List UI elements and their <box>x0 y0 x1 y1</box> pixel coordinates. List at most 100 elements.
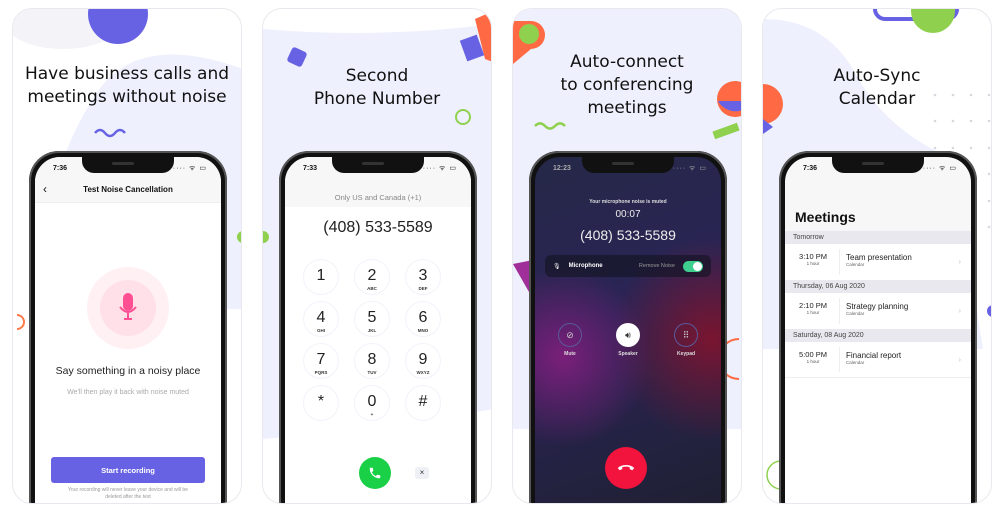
end-call-button[interactable] <box>605 447 647 489</box>
phone-screen: 7:33 ···· ᯤ ▭ Only US and Canada (+1) (4… <box>285 157 471 503</box>
dial-key[interactable]: 5 JKL <box>354 301 390 337</box>
muted-note: Your microphone noise is muted <box>589 199 667 205</box>
key-letters: JKL <box>367 328 377 333</box>
keypad-icon[interactable]: ⠿ <box>674 323 698 347</box>
subprompt-text: We'll then play it back with noise muted <box>67 389 189 396</box>
notch <box>582 157 674 173</box>
key-digit: 9 <box>418 351 428 368</box>
headline: Second Phone Number <box>263 65 491 111</box>
delete-button[interactable]: × <box>415 467 429 479</box>
key-letters: GHI <box>316 328 325 333</box>
meeting-source: Calendar <box>846 311 865 316</box>
key-digit: 5 <box>367 309 377 326</box>
privacy-note: Your recording will never leave your dev… <box>68 487 188 500</box>
meeting-source: Calendar <box>846 360 865 365</box>
status-icons: ···· ᯤ ▭ <box>422 165 457 172</box>
key-letters: DEF <box>418 286 428 291</box>
meeting-row[interactable]: 3:10 PM 1 hour Team presentation Calendar … <box>785 244 971 280</box>
microphone-icon: 🎙︎ <box>553 263 561 270</box>
chevron-right-icon: › <box>958 306 961 315</box>
meeting-time: 2:10 PM <box>799 301 827 310</box>
key-digit: 2 <box>367 267 377 284</box>
divider <box>839 249 840 275</box>
dial-key[interactable]: 0 + <box>354 385 390 421</box>
phone-frame: 7:33 ···· ᯤ ▭ Only US and Canada (+1) (4… <box>279 151 477 503</box>
section-header: Saturday, 08 Aug 2020 <box>785 329 971 342</box>
phone-frame: 12:23 ···· ᯤ ▭ Your microphone noise is … <box>529 151 727 503</box>
dial-key[interactable]: 7 PQRS <box>303 343 339 379</box>
remove-noise-toggle[interactable] <box>683 260 703 272</box>
dial-key[interactable]: # <box>405 385 441 421</box>
dial-key[interactable]: 2 ABC <box>354 259 390 295</box>
microphone-bar: 🎙︎ Microphone Remove Noise <box>545 255 711 277</box>
dial-key[interactable]: 1 <box>303 259 339 295</box>
headline-line: meetings <box>587 98 667 118</box>
notch <box>332 157 424 173</box>
screenshot-panel-second-number: Second Phone Number 7:33 ···· ᯤ ▭ Only U… <box>262 8 492 504</box>
dial-key[interactable]: 8 TUV <box>354 343 390 379</box>
dialed-number-input[interactable]: (408) 533-5589 <box>285 219 471 237</box>
prompt-text: Say something in a noisy place <box>55 365 201 377</box>
page-title: Meetings <box>795 209 856 225</box>
status-icons: ···· ᯤ ▭ <box>922 165 957 172</box>
dial-key[interactable]: 6 MNO <box>405 301 441 337</box>
status-icons: ···· ᯤ ▭ <box>672 165 707 172</box>
mute-control[interactable]: ⊘ Mute <box>555 323 585 357</box>
call-timer: 00:07 <box>615 209 641 220</box>
dial-key[interactable]: 9 WXYZ <box>405 343 441 379</box>
headline-line: Calendar <box>838 89 916 109</box>
meeting-time: 3:10 PM <box>799 252 827 261</box>
key-letters: PQRS <box>314 370 328 375</box>
meeting-title: Financial report <box>846 351 902 360</box>
control-label: Keypad <box>676 351 696 357</box>
key-letters: WXYZ <box>416 370 430 375</box>
headline-line: Second <box>345 66 409 86</box>
key-digit: 7 <box>316 351 326 368</box>
meeting-duration: 1 hour <box>806 261 820 266</box>
keypad-control[interactable]: ⠿ Keypad <box>671 323 701 357</box>
notch <box>82 157 174 173</box>
key-digit: 1 <box>316 267 326 284</box>
screenshot-panel-conferencing: Auto-connect to conferencing meetings 12… <box>512 8 742 504</box>
meeting-title: Strategy planning <box>846 302 909 311</box>
meeting-row[interactable]: 2:10 PM 1 hour Strategy planning Calendar … <box>785 293 971 329</box>
mic-off-icon[interactable]: ⊘ <box>558 323 582 347</box>
key-letters: ABC <box>367 286 377 291</box>
section-header: Thursday, 06 Aug 2020 <box>785 280 971 293</box>
speaker-icon[interactable]: 🔊︎ <box>616 323 640 347</box>
key-letters: + <box>370 412 374 417</box>
meeting-title: Team presentation <box>846 253 912 262</box>
microphone-label: Microphone <box>568 263 603 269</box>
headline-line: Auto-connect <box>570 52 684 72</box>
meeting-row[interactable]: 5:00 PM 1 hour Financial report Calendar › <box>785 342 971 378</box>
key-digit: 3 <box>418 267 428 284</box>
phone-screen: 7:36 ···· ᯤ ▭ Meetings Tomorrow 3:10 PM 1… <box>785 157 971 503</box>
region-note: Only US and Canada (+1) <box>334 193 422 202</box>
dial-key[interactable]: 4 GHI <box>303 301 339 337</box>
key-digit: * <box>317 393 325 410</box>
headline-line: meetings without noise <box>27 87 227 107</box>
headline-line: Phone Number <box>313 89 441 109</box>
status-icons: ···· ᯤ ▭ <box>172 165 207 172</box>
call-button[interactable] <box>359 457 391 489</box>
section-header: Tomorrow <box>785 231 971 244</box>
key-letters: TUV <box>367 370 377 375</box>
mic-pulse <box>87 267 169 349</box>
phone-frame: 7:36 ···· ᯤ ▭ ‹ Test Noise Cancellation … <box>29 151 227 503</box>
dial-key[interactable]: * <box>303 385 339 421</box>
headline-line: Have business calls and <box>24 64 230 84</box>
screenshot-panel-calendar: Auto-Sync Calendar 7:36 ···· ᯤ ▭ Meeting… <box>762 8 992 504</box>
status-time: 7:33 <box>303 165 318 172</box>
phone-icon <box>369 467 381 479</box>
headline: Auto-Sync Calendar <box>763 65 991 111</box>
meeting-source: Calendar <box>846 262 865 267</box>
microphone-icon[interactable] <box>100 280 156 336</box>
headline-line: Auto-Sync <box>833 66 921 86</box>
control-label: Mute <box>564 351 576 357</box>
key-digit: 8 <box>367 351 377 368</box>
start-recording-button[interactable]: Start recording <box>51 457 205 483</box>
speaker-control[interactable]: 🔊︎ Speaker <box>613 323 643 357</box>
dial-key[interactable]: 3 DEF <box>405 259 441 295</box>
call-number: (408) 533-5589 <box>580 227 676 243</box>
status-time: 7:36 <box>803 165 818 172</box>
